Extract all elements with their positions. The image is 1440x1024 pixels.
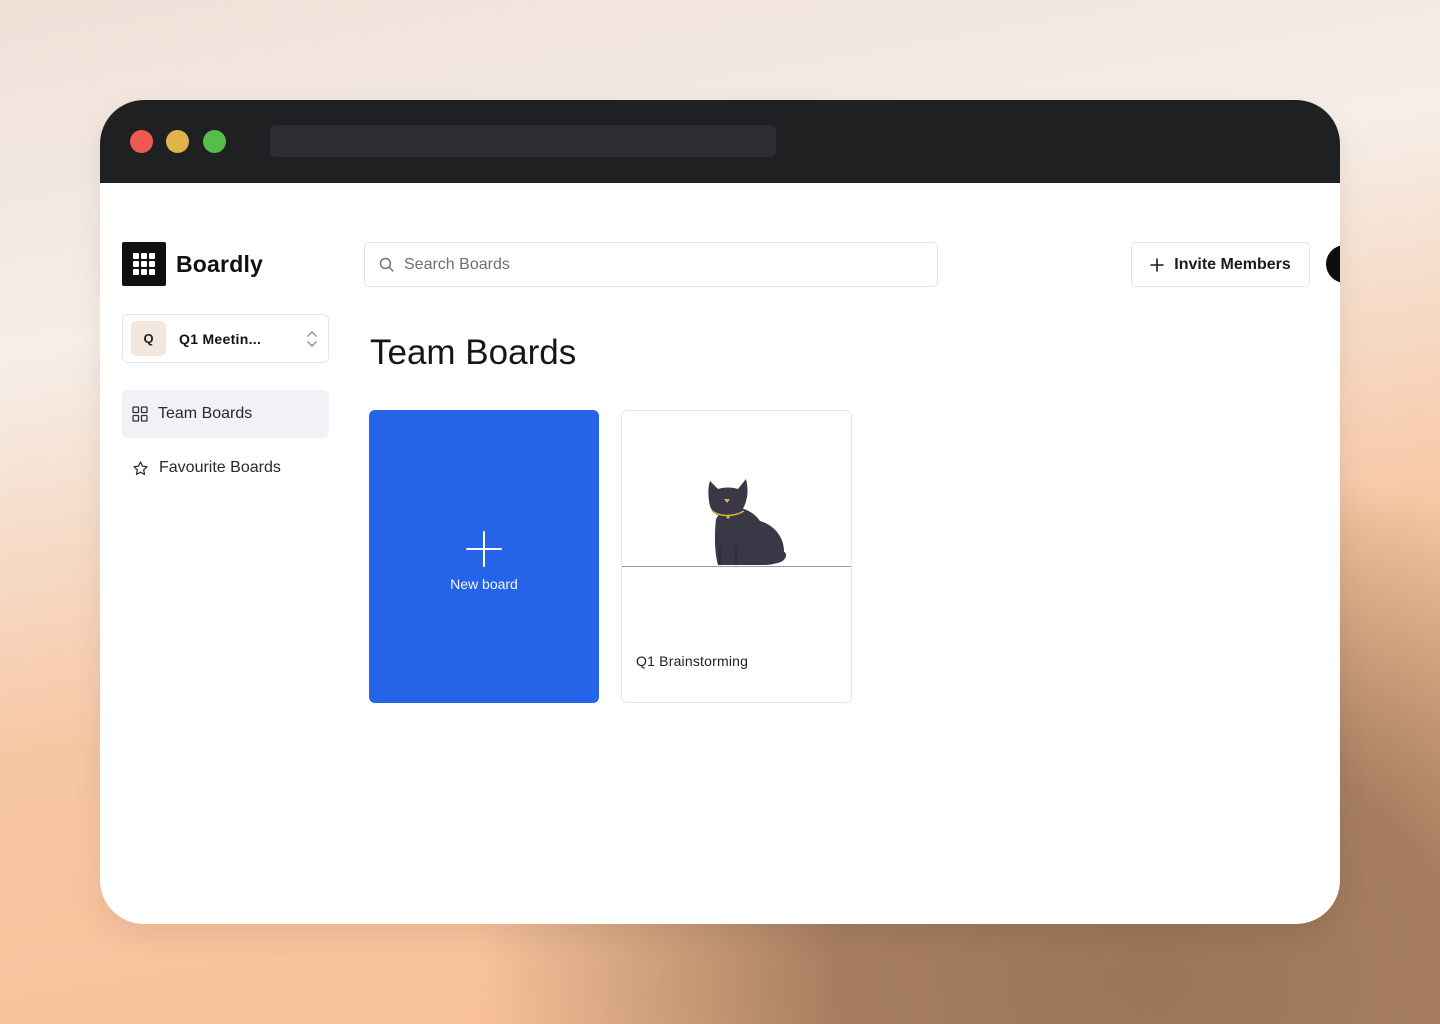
browser-window: Boardly Q Q1 Meetin... Team Boards Favou… — [100, 100, 1340, 924]
app-name: Boardly — [176, 250, 264, 277]
sidebar-item-team-boards[interactable]: Team Boards — [122, 390, 329, 438]
ground-line — [622, 566, 851, 567]
invite-members-button[interactable]: Invite Members — [1131, 242, 1310, 287]
address-bar[interactable] — [270, 125, 776, 157]
search-icon — [379, 257, 394, 272]
chevron-up-down-icon — [307, 331, 317, 347]
sidebar-item-label: Favourite Boards — [159, 459, 281, 476]
app-logo[interactable]: Boardly — [122, 242, 263, 286]
sidebar-item-favourite-boards[interactable]: Favourite Boards — [122, 444, 329, 492]
new-board-label: New board — [450, 576, 518, 592]
board-card[interactable]: Q1 Brainstorming — [621, 410, 852, 703]
cat-illustration-icon — [708, 479, 786, 565]
workspace-badge: Q — [131, 321, 166, 356]
workspace-name: Q1 Meetin... — [179, 330, 262, 347]
minimize-window-button[interactable] — [166, 130, 189, 153]
avatar[interactable] — [1326, 245, 1340, 283]
page-title: Team Boards — [370, 333, 577, 372]
window-titlebar — [100, 100, 1340, 183]
plus-icon — [1150, 257, 1165, 272]
search-input[interactable]: Search Boards — [364, 242, 938, 287]
workspace-switcher[interactable]: Q Q1 Meetin... — [122, 314, 329, 363]
app-content: Boardly Q Q1 Meetin... Team Boards Favou… — [100, 183, 1340, 924]
plus-icon — [466, 531, 502, 567]
new-board-button[interactable]: New board — [369, 410, 599, 703]
maximize-window-button[interactable] — [203, 130, 226, 153]
search-placeholder: Search Boards — [404, 255, 510, 273]
invite-members-label: Invite Members — [1174, 255, 1291, 273]
board-name: Q1 Brainstorming — [636, 653, 749, 669]
star-icon — [133, 460, 148, 475]
board-thumbnail — [622, 411, 851, 567]
grid-icon — [132, 406, 148, 422]
close-window-button[interactable] — [130, 130, 153, 153]
sidebar-item-label: Team Boards — [158, 405, 253, 422]
logo-mark-icon — [122, 242, 166, 286]
